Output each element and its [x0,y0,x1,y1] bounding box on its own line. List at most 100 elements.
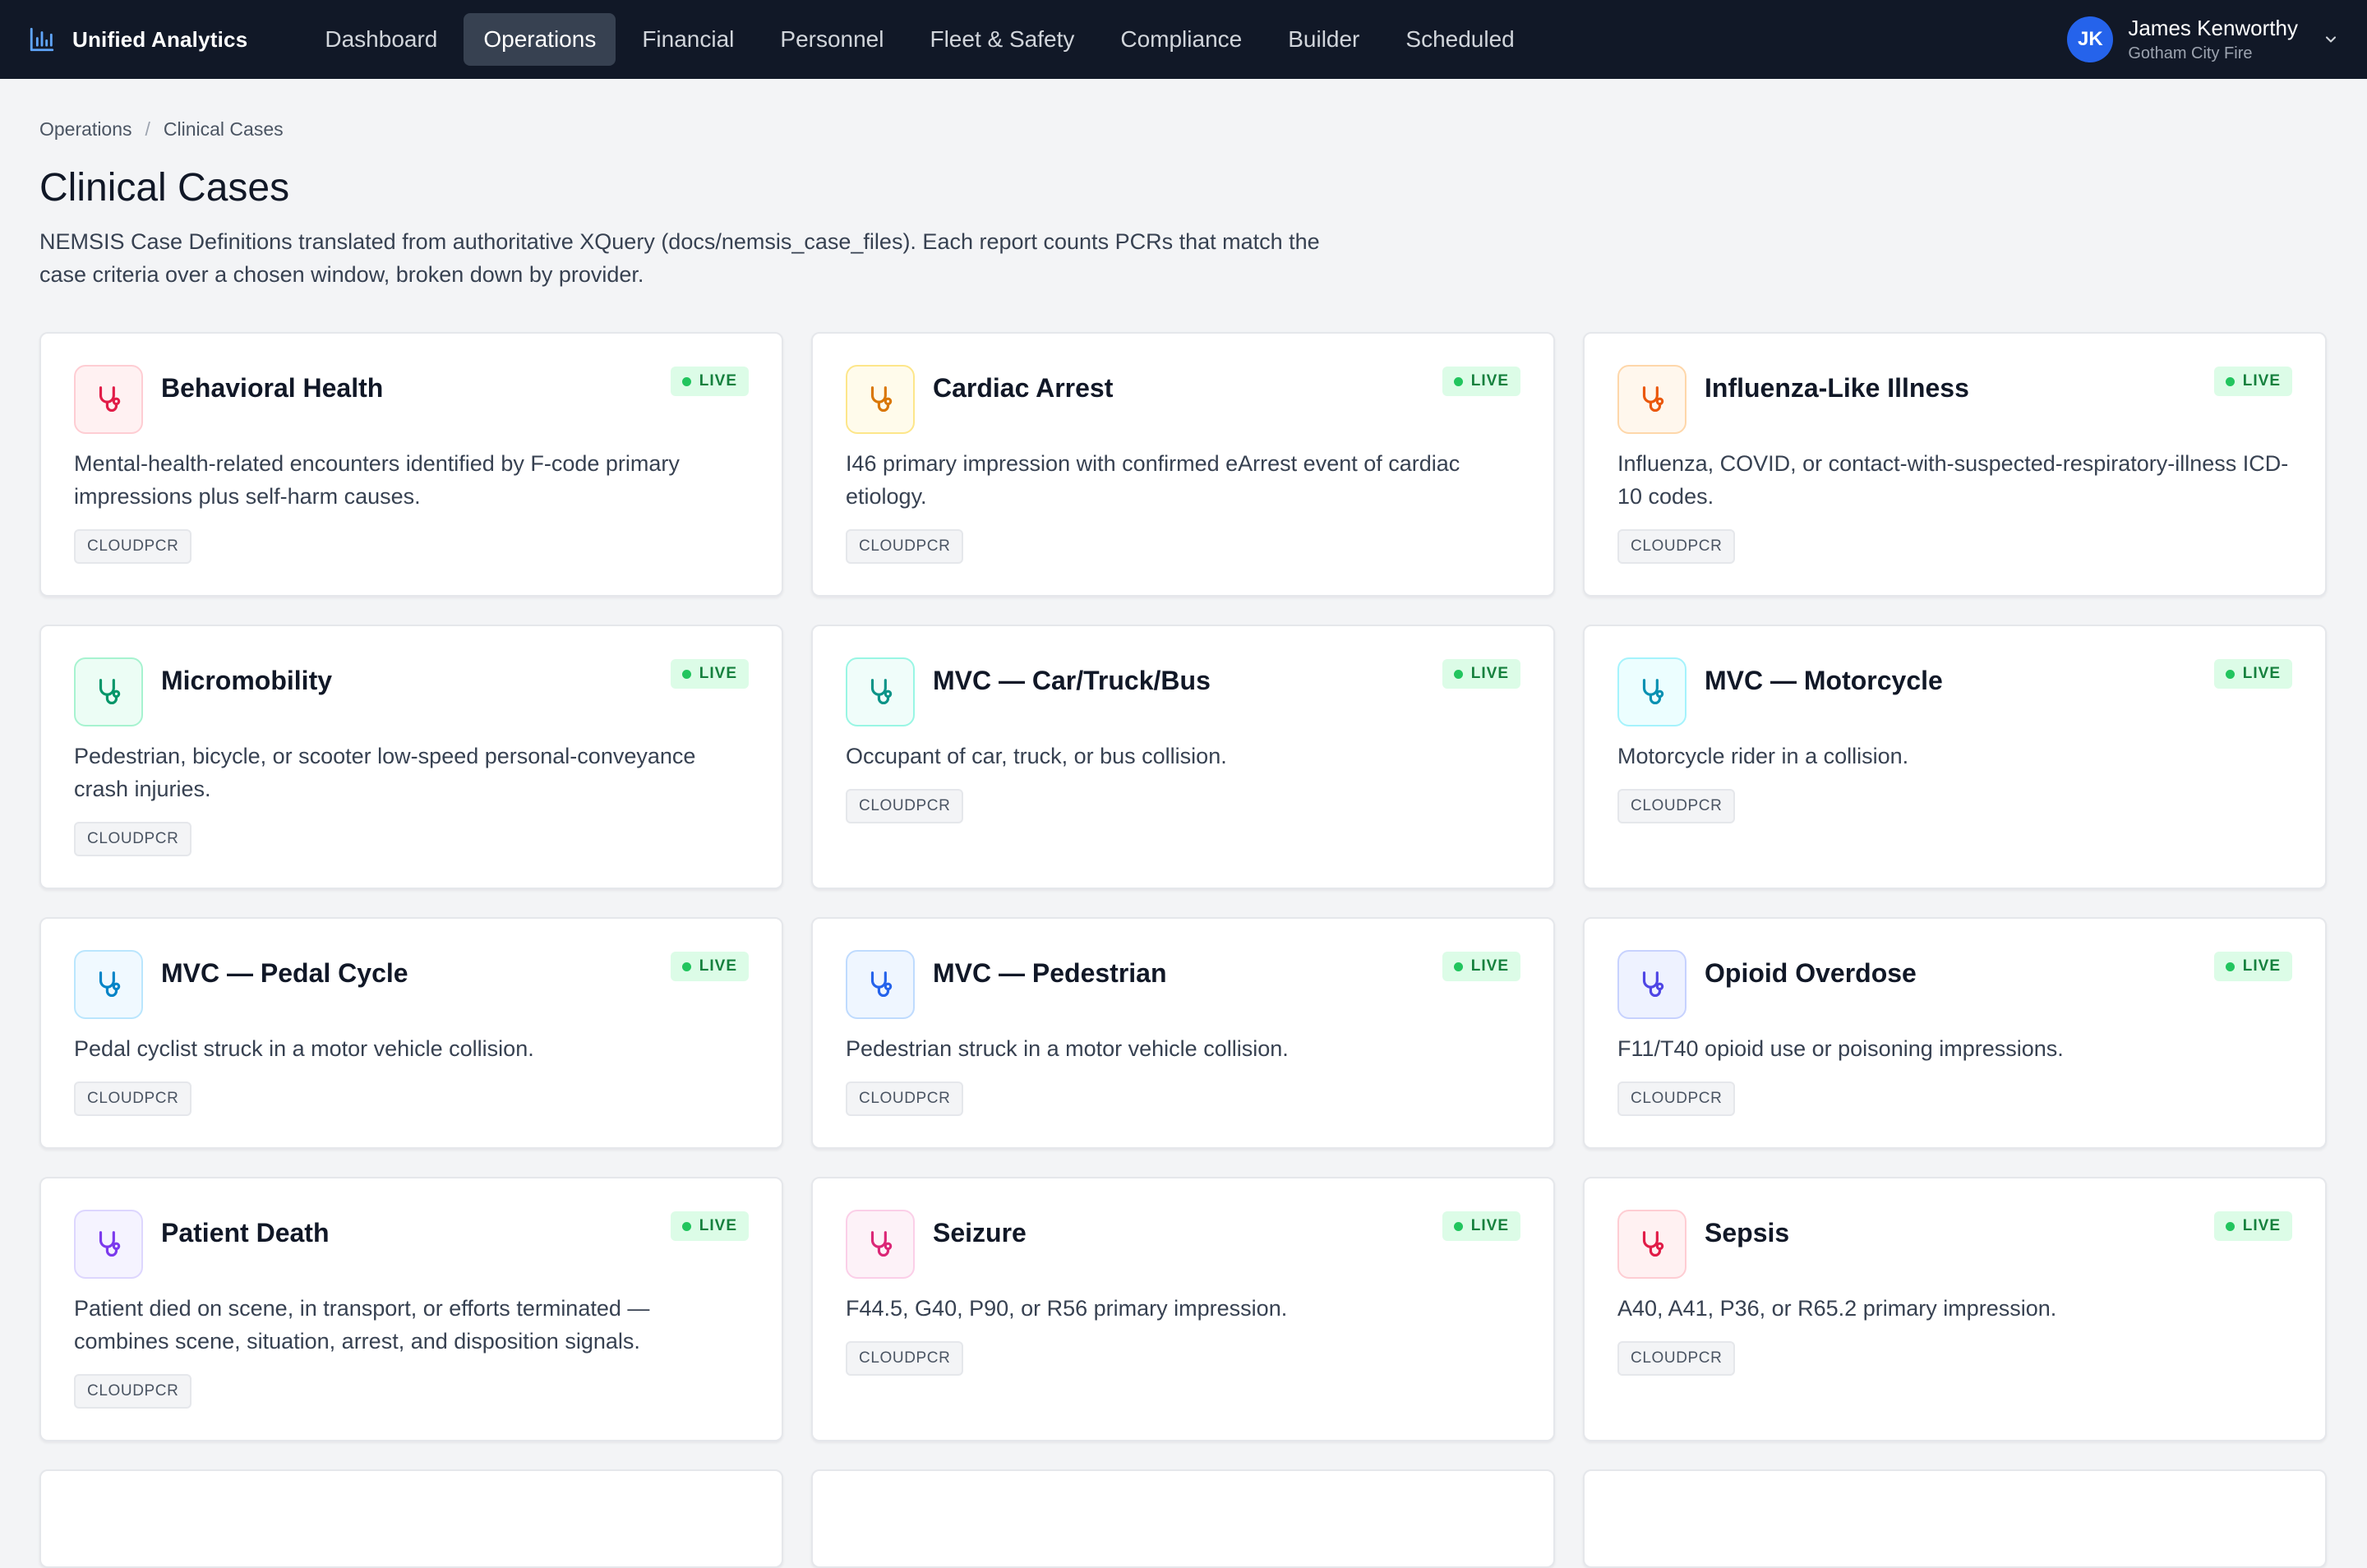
case-card-mvc-pedal-cycle[interactable]: MVC — Pedal Cycle LIVE Pedal cyclist struc… [39,917,783,1149]
nav-dashboard[interactable]: Dashboard [305,13,457,66]
live-badge: LIVE [670,659,749,689]
case-card-mvc-pedestrian[interactable]: MVC — Pedestrian LIVE Pedestrian struck in… [811,917,1555,1149]
nav-fleet-safety[interactable]: Fleet & Safety [910,13,1094,66]
user-info: James Kenworthy Gotham City Fire [2128,16,2298,63]
card-description: F11/T40 opioid use or poisoning impressi… [1617,1036,2064,1061]
live-badge: LIVE [670,1211,749,1241]
live-dot [681,669,691,679]
case-card-seizure[interactable]: Seizure LIVE F44.5, G40, P90, or R56 prima… [811,1177,1555,1441]
source-tag: CLOUDPCR [74,822,192,856]
card-title: Influenza-Like Illness [1705,373,1969,403]
source-tag: CLOUDPCR [846,1081,964,1116]
case-card-cardiac-arrest[interactable]: Cardiac Arrest LIVE I46 primary impression… [811,332,1555,597]
card-header: MVC — Pedestrian LIVE [846,950,1520,1019]
nav-financial[interactable]: Financial [622,13,754,66]
source-tag: CLOUDPCR [1617,789,1736,823]
card-description: Influenza, COVID, or contact-with-suspec… [1617,451,2289,509]
breadcrumb: Operations / Clinical Cases [39,118,2328,141]
live-label: LIVE [699,372,737,390]
card-header: Cardiac Arrest LIVE [846,365,1520,434]
card-header: Sepsis LIVE [1617,1210,2292,1279]
card-description: Motorcycle rider in a collision. [1617,744,1909,768]
card-description: Mental-health-related encounters identif… [74,451,680,509]
card-title: Opioid Overdose [1705,958,1917,988]
live-badge: LIVE [1442,952,1520,981]
case-card-mvc-motorcycle[interactable]: MVC — Motorcycle LIVE Motorcycle rider in … [1583,625,2327,889]
case-grid: Behavioral Health LIVE Mental-health-relat… [39,332,2328,1568]
live-dot [681,1221,691,1231]
card-description: Pedestrian, bicycle, or scooter low-spee… [74,744,696,801]
case-card-sepsis[interactable]: Sepsis LIVE A40, A41, P36, or R65.2 primar… [1583,1177,2327,1441]
stethoscope-icon [99,679,121,704]
card-title: MVC — Pedal Cycle [161,958,408,988]
stethoscope-icon [1642,386,1664,412]
user-name: James Kenworthy [2128,16,2298,40]
live-dot [1453,962,1463,971]
main-content: Operations / Clinical Cases Clinical Cas… [39,79,2328,1568]
live-label: LIVE [2242,372,2281,390]
case-card-micromobility[interactable]: Micromobility LIVE Pedestrian, bicycle, or… [39,625,783,889]
nav-scheduled[interactable]: Scheduled [1386,13,1534,66]
source-tag: CLOUDPCR [1617,1341,1736,1376]
card-icon-tile [1617,1210,1686,1279]
stethoscope-icon [99,1231,121,1257]
live-badge: LIVE [670,952,749,981]
user-menu[interactable]: JK James Kenworthy Gotham City Fire [2067,16,2339,63]
case-card-partial[interactable] [1583,1469,2327,1568]
card-description: F44.5, G40, P90, or R56 primary impressi… [846,1296,1288,1321]
card-description: I46 primary impression with confirmed eA… [846,451,1460,509]
card-description: Patient died on scene, in transport, or … [74,1296,650,1354]
brand[interactable]: Unified Analytics [28,25,247,53]
source-tag: CLOUDPCR [74,1374,192,1409]
card-icon-tile [1617,657,1686,726]
source-tag: CLOUDPCR [74,529,192,564]
bar-chart-icon [30,27,54,52]
stethoscope-icon [870,679,893,704]
live-label: LIVE [1470,957,1509,975]
case-card-opioid-overdose[interactable]: Opioid Overdose LIVE F11/T40 opioid use or… [1583,917,2327,1149]
card-header: Influenza-Like Illness LIVE [1617,365,2292,434]
stethoscope-icon [1642,1231,1664,1257]
live-label: LIVE [1470,665,1509,682]
case-card-behavioral-health[interactable]: Behavioral Health LIVE Mental-health-relat… [39,332,783,597]
source-tag: CLOUDPCR [1617,1081,1736,1116]
nav-builder[interactable]: Builder [1268,13,1379,66]
stethoscope-icon [99,971,121,997]
card-title: Seizure [933,1218,1027,1247]
card-icon-tile [74,657,143,726]
card-title: Sepsis [1705,1218,1790,1247]
source-tag: CLOUDPCR [1617,529,1736,564]
card-icon-tile [74,950,143,1019]
live-label: LIVE [699,665,737,682]
live-badge: LIVE [1442,367,1520,396]
case-card-partial[interactable] [39,1469,783,1568]
live-dot [2225,1221,2235,1231]
app-name: Unified Analytics [72,26,248,52]
case-card-influenza-like-illness[interactable]: Influenza-Like Illness LIVE Influenza, COV… [1583,332,2327,597]
nav-compliance[interactable]: Compliance [1100,13,1262,66]
live-dot [1453,1221,1463,1231]
nav-personnel[interactable]: Personnel [760,13,903,66]
stethoscope-icon [870,386,893,412]
live-label: LIVE [699,957,737,975]
breadcrumb-operations[interactable]: Operations [39,118,132,141]
case-card-partial[interactable] [811,1469,1555,1568]
main-nav: Dashboard Operations Financial Personnel… [305,13,1534,66]
card-icon-tile [1617,950,1686,1019]
live-label: LIVE [1470,1217,1509,1234]
card-header: Micromobility LIVE [74,657,749,726]
case-card-patient-death[interactable]: Patient Death LIVE Patient died on scene, … [39,1177,783,1441]
live-badge: LIVE [670,367,749,396]
card-header: MVC — Car/Truck/Bus LIVE [846,657,1520,726]
nav-operations[interactable]: Operations [464,13,616,66]
card-header: Seizure LIVE [846,1210,1520,1279]
case-card-mvc-car-truck-bus[interactable]: MVC — Car/Truck/Bus LIVE Occupant of car, … [811,625,1555,889]
card-title: MVC — Pedestrian [933,958,1167,988]
card-title: Behavioral Health [161,373,384,403]
card-icon-tile [846,950,915,1019]
card-description: Pedestrian struck in a motor vehicle col… [846,1036,1289,1061]
stethoscope-icon [870,1231,893,1257]
live-label: LIVE [2242,957,2281,975]
breadcrumb-separator: / [145,118,150,140]
page-description: NEMSIS Case Definitions translated from … [39,229,1320,287]
